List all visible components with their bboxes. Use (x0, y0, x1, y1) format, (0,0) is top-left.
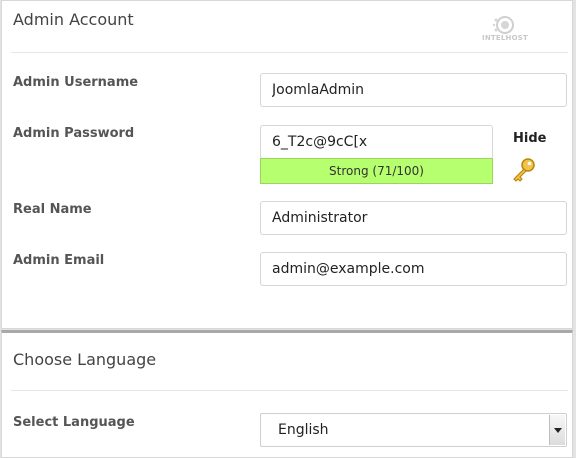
key-icon[interactable] (511, 157, 537, 183)
real-name-input[interactable] (260, 201, 567, 235)
real-name-label: Real Name (13, 202, 92, 217)
language-select-value: English (278, 422, 329, 438)
admin-password-label: Admin Password (13, 126, 135, 141)
intelhost-logo: INTELHOST (482, 15, 528, 45)
admin-email-label: Admin Email (13, 253, 105, 268)
language-select[interactable]: English (260, 413, 567, 447)
admin-password-input[interactable] (260, 125, 493, 159)
admin-email-input[interactable] (260, 252, 567, 286)
section-divider (11, 52, 568, 53)
section-divider (11, 390, 568, 391)
dropdown-arrow-icon[interactable] (549, 415, 565, 445)
logo-text: INTELHOST (482, 34, 528, 42)
chevron-down-icon (553, 427, 562, 433)
language-panel: Choose Language Select Language English (1, 330, 573, 458)
admin-username-input[interactable] (260, 73, 567, 107)
admin-account-title: Admin Account (13, 10, 134, 29)
hide-password-toggle[interactable]: Hide (513, 131, 546, 146)
admin-account-panel: Admin Account INTELHOST Admin Username A… (1, 0, 573, 329)
admin-username-label: Admin Username (13, 75, 139, 90)
select-language-label: Select Language (13, 415, 135, 430)
password-strength-meter: Strong (71/100) (260, 158, 493, 184)
choose-language-title: Choose Language (13, 350, 157, 369)
